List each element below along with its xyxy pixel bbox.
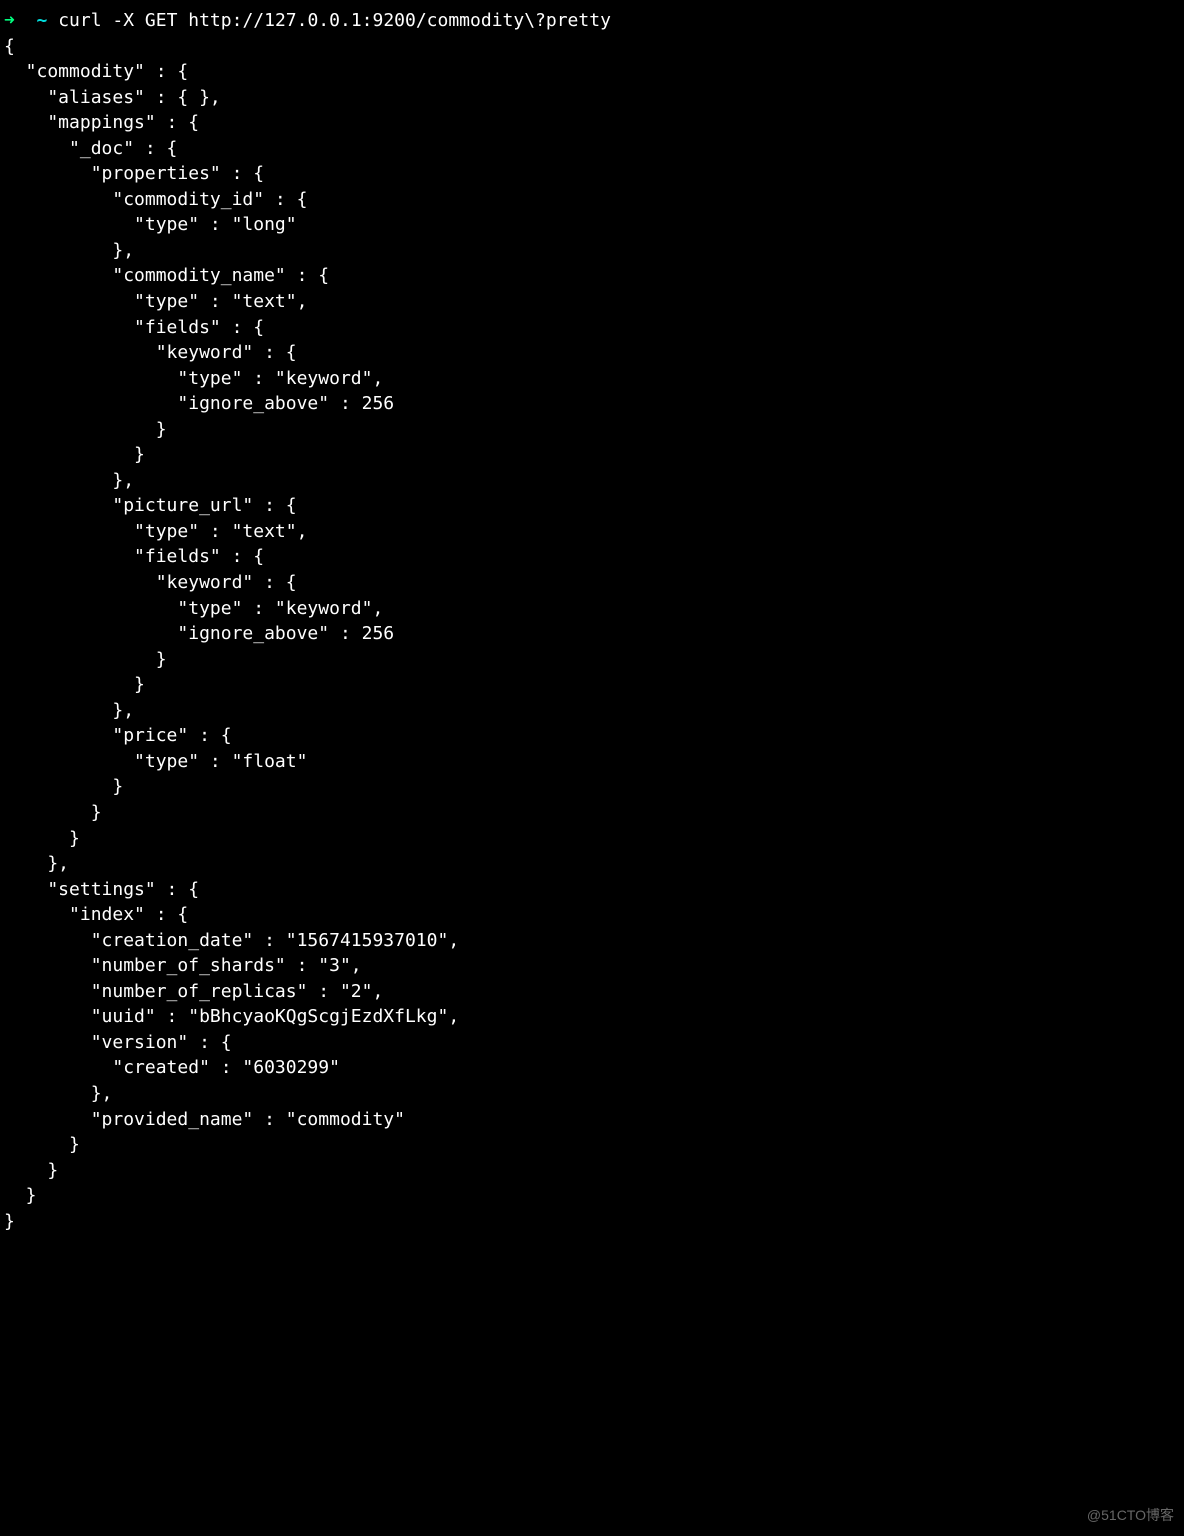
output-block: { "commodity" : { "aliases" : { }, "mapp… [4, 36, 459, 1232]
watermark-text: @51CTO博客 [1087, 1506, 1174, 1526]
prompt-arrow-icon: ➜ [4, 10, 15, 31]
prompt-tilde: ~ [37, 10, 48, 31]
terminal-window[interactable]: ➜ ~ curl -X GET http://127.0.0.1:9200/co… [4, 8, 1180, 1234]
command-text: curl -X GET http://127.0.0.1:9200/commod… [58, 10, 611, 31]
